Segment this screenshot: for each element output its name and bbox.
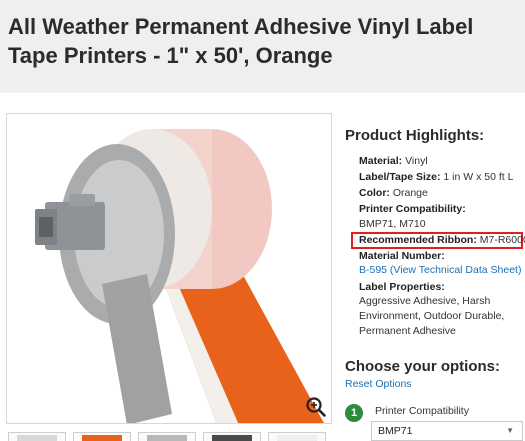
connector-slot [39, 217, 53, 237]
connector-top [69, 194, 95, 206]
thumbnail-swatch [147, 435, 187, 441]
printer-compatibility-select[interactable]: BMP71 ▼ [371, 421, 523, 441]
spec-ribbon-label: Recommended Ribbon: [359, 234, 477, 246]
spec-size: Label/Tape Size: 1 in W x 50 ft L [359, 170, 513, 185]
thumbnail-3[interactable] [138, 432, 196, 441]
chevron-down-icon: ▼ [506, 426, 514, 435]
product-image [35, 129, 324, 423]
compat-select-label: Printer Compatibility [375, 405, 469, 417]
spec-size-value: 1 in W x 50 ft L [443, 171, 514, 183]
spec-matnum-label: Material Number: [359, 249, 445, 264]
thumbnail-2[interactable] [73, 432, 131, 441]
compat-selected-value: BMP71 [378, 425, 413, 437]
spec-compat-label-text: Printer Compatibility: [359, 203, 466, 215]
options-title: Choose your options: [345, 358, 500, 375]
page-title: All Weather Permanent Adhesive Vinyl Lab… [8, 14, 474, 68]
thumbnail-swatch [277, 435, 317, 441]
step-badge: 1 [345, 404, 363, 422]
spec-props-line2: Environment, Outdoor Durable, [359, 310, 505, 322]
thumbnail-4[interactable] [203, 432, 261, 441]
spec-props-label-text: Label Properties: [359, 281, 445, 293]
zoom-button[interactable] [305, 396, 327, 418]
thumbnail-1[interactable] [8, 432, 66, 441]
spec-ribbon: Recommended Ribbon: M7-R6000 [359, 233, 525, 248]
product-image-frame[interactable] [6, 113, 332, 424]
reset-options-link[interactable]: Reset Options [345, 378, 412, 390]
spec-matnum-label-text: Material Number: [359, 250, 445, 262]
spec-material-value: Vinyl [405, 155, 428, 167]
title-bar: All Weather Permanent Adhesive Vinyl Lab… [0, 0, 525, 93]
thumbnail-swatch [212, 435, 252, 441]
spec-props-label: Label Properties: [359, 280, 445, 295]
thumbnail-swatch [82, 435, 122, 441]
spec-props-line1: Aggressive Adhesive, Harsh [359, 295, 491, 307]
spec-compat-label: Printer Compatibility: [359, 202, 466, 217]
highlights-title: Product Highlights: [345, 127, 485, 144]
holder-arm [102, 274, 172, 423]
spec-color-label: Color: [359, 187, 390, 199]
spec-color-value: Orange [392, 187, 428, 199]
spec-ribbon-value: M7-R6000 [479, 234, 525, 246]
spec-material-label: Material: [359, 155, 403, 167]
spec-matnum-value[interactable]: B-595 (View Technical Data Sheet) [359, 263, 521, 278]
spec-material: Material: Vinyl [359, 154, 428, 169]
spec-props-line3: Permanent Adhesive [359, 325, 456, 337]
magnifier-plus-icon [306, 397, 326, 417]
thumbnail-swatch [17, 435, 57, 441]
spec-size-label: Label/Tape Size: [359, 171, 441, 183]
thumbnail-5[interactable] [268, 432, 326, 441]
spec-compat-value: BMP71, M710 [359, 218, 426, 230]
spec-color: Color: Orange [359, 186, 428, 201]
technical-data-sheet-link[interactable]: B-595 (View Technical Data Sheet) [359, 264, 521, 276]
